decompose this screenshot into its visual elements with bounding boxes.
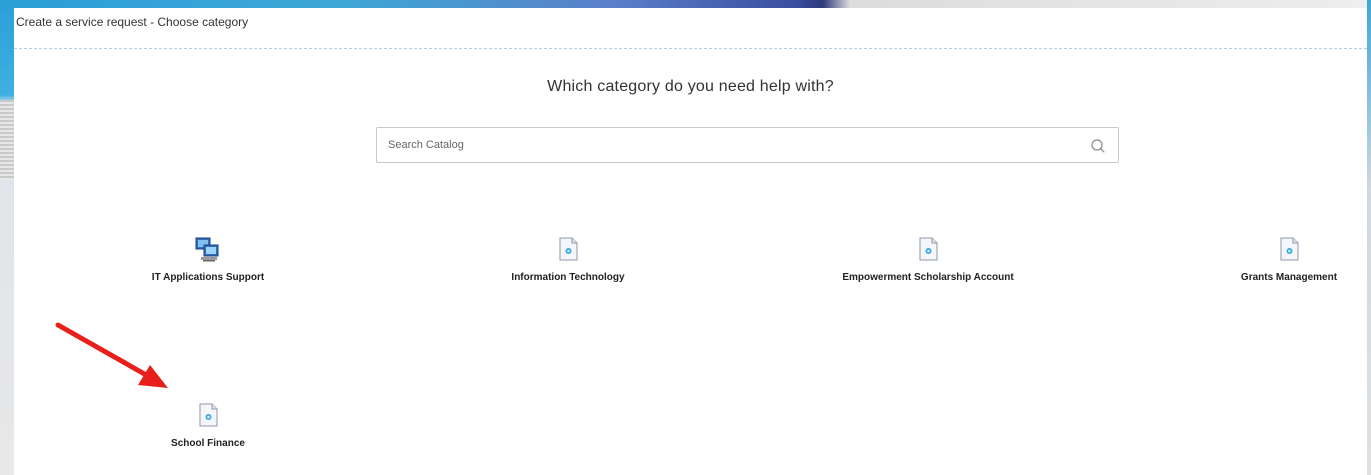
category-it-applications-support[interactable]: IT Applications Support — [88, 236, 328, 283]
dialog-header: Create a service request - Choose catego… — [14, 8, 1367, 49]
background-window-chrome-left — [0, 0, 14, 475]
search-catalog-input[interactable] — [377, 128, 1078, 162]
dialog-title: Create a service request - Choose catego… — [16, 15, 249, 29]
category-school-finance[interactable]: School Finance — [88, 402, 328, 449]
service-request-dialog: Create a service request - Choose catego… — [14, 8, 1367, 475]
category-grants-management[interactable]: Grants Management — [1169, 236, 1371, 283]
document-icon — [919, 237, 938, 261]
category-label: Information Technology — [511, 272, 625, 283]
document-icon — [559, 237, 578, 261]
category-label: Grants Management — [1240, 272, 1338, 283]
background-window-chrome-top — [0, 0, 1371, 8]
annotation-arrow-icon — [55, 322, 168, 388]
category-label: School Finance — [171, 438, 245, 449]
search-box — [376, 127, 1119, 163]
search-icon[interactable] — [1090, 138, 1106, 154]
document-icon — [199, 403, 218, 427]
category-empowerment-scholarship-account[interactable]: Empowerment Scholarship Account — [808, 236, 1048, 283]
category-label: IT Applications Support — [151, 272, 265, 283]
computers-icon — [195, 237, 219, 262]
category-information-technology[interactable]: Information Technology — [448, 236, 688, 283]
category-label: Empowerment Scholarship Account — [842, 272, 1014, 283]
page-heading: Which category do you need help with? — [547, 78, 834, 95]
document-icon — [1280, 237, 1299, 261]
